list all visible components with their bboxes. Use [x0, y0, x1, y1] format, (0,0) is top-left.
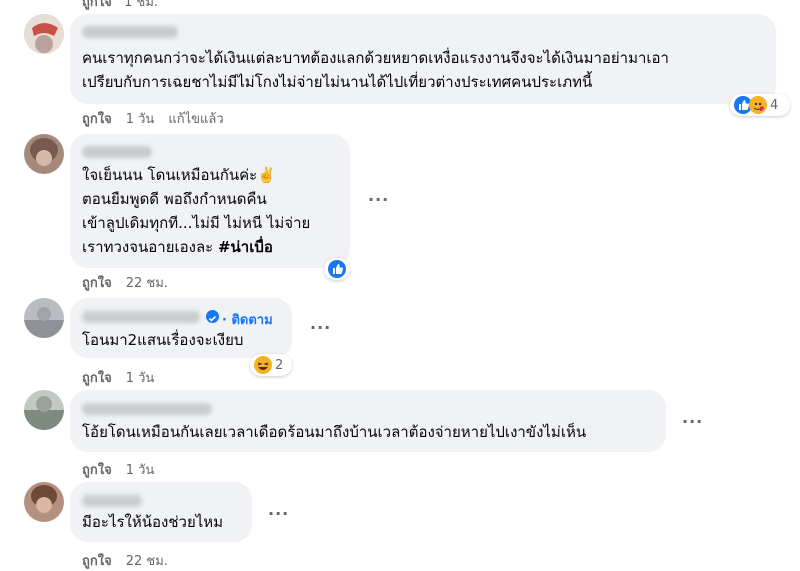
comment-text: มีอะไรให้น้องช่วยไหม: [82, 513, 224, 531]
comment-bubble: คนเราทุกคนกว่าจะได้เงินแต่ละบาทต้องแลกด้…: [70, 14, 776, 104]
avatar-image: [24, 390, 64, 430]
comment-bubble: มีอะไรให้น้องช่วยไหม: [70, 482, 252, 542]
comment-text-line: ใจเย็นนน โดนเหมือนกันค่ะ✌️: [82, 166, 276, 184]
author-name[interactable]: [82, 311, 200, 323]
like-link[interactable]: ถูกใจ: [82, 554, 112, 569]
previous-comment-meta: ถูกใจ 1 ชม.: [82, 0, 158, 12]
avatar-image: [24, 134, 64, 174]
reaction-summary[interactable]: [324, 258, 350, 280]
timestamp[interactable]: 1 วัน: [126, 371, 155, 386]
hashtag-link[interactable]: #น่าเบื่อ: [218, 238, 273, 256]
comment-text-line: ตอนยืมพูดดี พอถึงกำหนดคืน: [82, 190, 267, 208]
like-link[interactable]: ถูกใจ: [82, 371, 112, 386]
comment-actions: ถูกใจ 1 วัน แก้ไขแล้ว: [82, 108, 238, 129]
comment-text-line: เปรียบกับการเฉยชาไม่มีไม่โกงไม่จ่ายไม่นา…: [82, 73, 593, 91]
avatar-image: [24, 298, 64, 338]
care-reaction-icon: [749, 96, 767, 114]
like-link[interactable]: ถูกใจ: [82, 463, 112, 478]
comment-text-plain: เราทวงจนอายเองละ: [82, 238, 218, 256]
like-link[interactable]: ถูกใจ: [82, 276, 112, 291]
comment-text-line: เข้าลูปเดิมทุกที...ไม่มี ไม่หนี ไม่จ่าย: [82, 214, 311, 232]
comment-bubble: ใจเย็นนน โดนเหมือนกันค่ะ✌️ ตอนยืมพูดดี พ…: [70, 134, 350, 268]
comment-text-line: คนเราทุกคนกว่าจะได้เงินแต่ละบาทต้องแลกด้…: [82, 49, 669, 67]
comment-actions: ถูกใจ 22 ชม.: [82, 550, 182, 571]
reaction-count: 4: [770, 97, 779, 113]
reaction-summary[interactable]: 2: [250, 354, 292, 376]
avatar[interactable]: [24, 14, 64, 54]
avatar[interactable]: [24, 134, 64, 174]
more-options-icon[interactable]: ···: [368, 190, 389, 209]
comment-actions: ถูกใจ 22 ชม.: [82, 272, 182, 293]
timestamp[interactable]: 1 วัน: [126, 112, 155, 127]
timestamp[interactable]: 1 วัน: [126, 463, 155, 478]
like-link[interactable]: ถูกใจ: [82, 112, 112, 127]
timestamp[interactable]: 1 ชม.: [124, 0, 158, 10]
avatar[interactable]: [24, 482, 64, 522]
author-name[interactable]: [82, 403, 212, 415]
like-reaction-icon: [328, 260, 346, 278]
haha-reaction-icon: [254, 356, 272, 374]
verified-badge-icon: [206, 310, 219, 323]
reaction-count: 2: [275, 357, 284, 373]
comment-text-line: เราทวงจนอายเองละ #น่าเบื่อ: [82, 236, 273, 258]
comment-bubble: · ติดตาม โอนมา2แสนเรื่องจะเงียบ: [70, 298, 292, 358]
more-options-icon[interactable]: ···: [268, 504, 289, 523]
timestamp[interactable]: 22 ชม.: [126, 276, 168, 291]
comment-text: โอนมา2แสนเรื่องจะเงียบ: [82, 331, 244, 349]
more-options-icon[interactable]: ···: [682, 412, 703, 431]
comment-actions: ถูกใจ 1 วัน: [82, 459, 168, 480]
edited-label: แก้ไขแล้ว: [168, 112, 224, 127]
reaction-summary[interactable]: 4: [730, 94, 790, 116]
avatar-image: [24, 14, 64, 54]
author-name[interactable]: [82, 26, 178, 38]
like-link[interactable]: ถูกใจ: [82, 0, 112, 10]
follow-link[interactable]: · ติดตาม: [222, 309, 273, 330]
comment-actions: ถูกใจ 1 วัน: [82, 367, 168, 388]
avatar-image: [24, 482, 64, 522]
timestamp[interactable]: 22 ชม.: [126, 554, 168, 569]
more-options-icon[interactable]: ···: [310, 318, 331, 337]
author-name[interactable]: [82, 146, 152, 158]
author-name[interactable]: [82, 495, 142, 507]
comment-text: โอ้ยโดนเหมือนกันเลยเวลาเดือดร้อนมาถึงบ้า…: [82, 423, 587, 441]
comment-bubble: โอ้ยโดนเหมือนกันเลยเวลาเดือดร้อนมาถึงบ้า…: [70, 390, 666, 452]
avatar[interactable]: [24, 390, 64, 430]
avatar[interactable]: [24, 298, 64, 338]
